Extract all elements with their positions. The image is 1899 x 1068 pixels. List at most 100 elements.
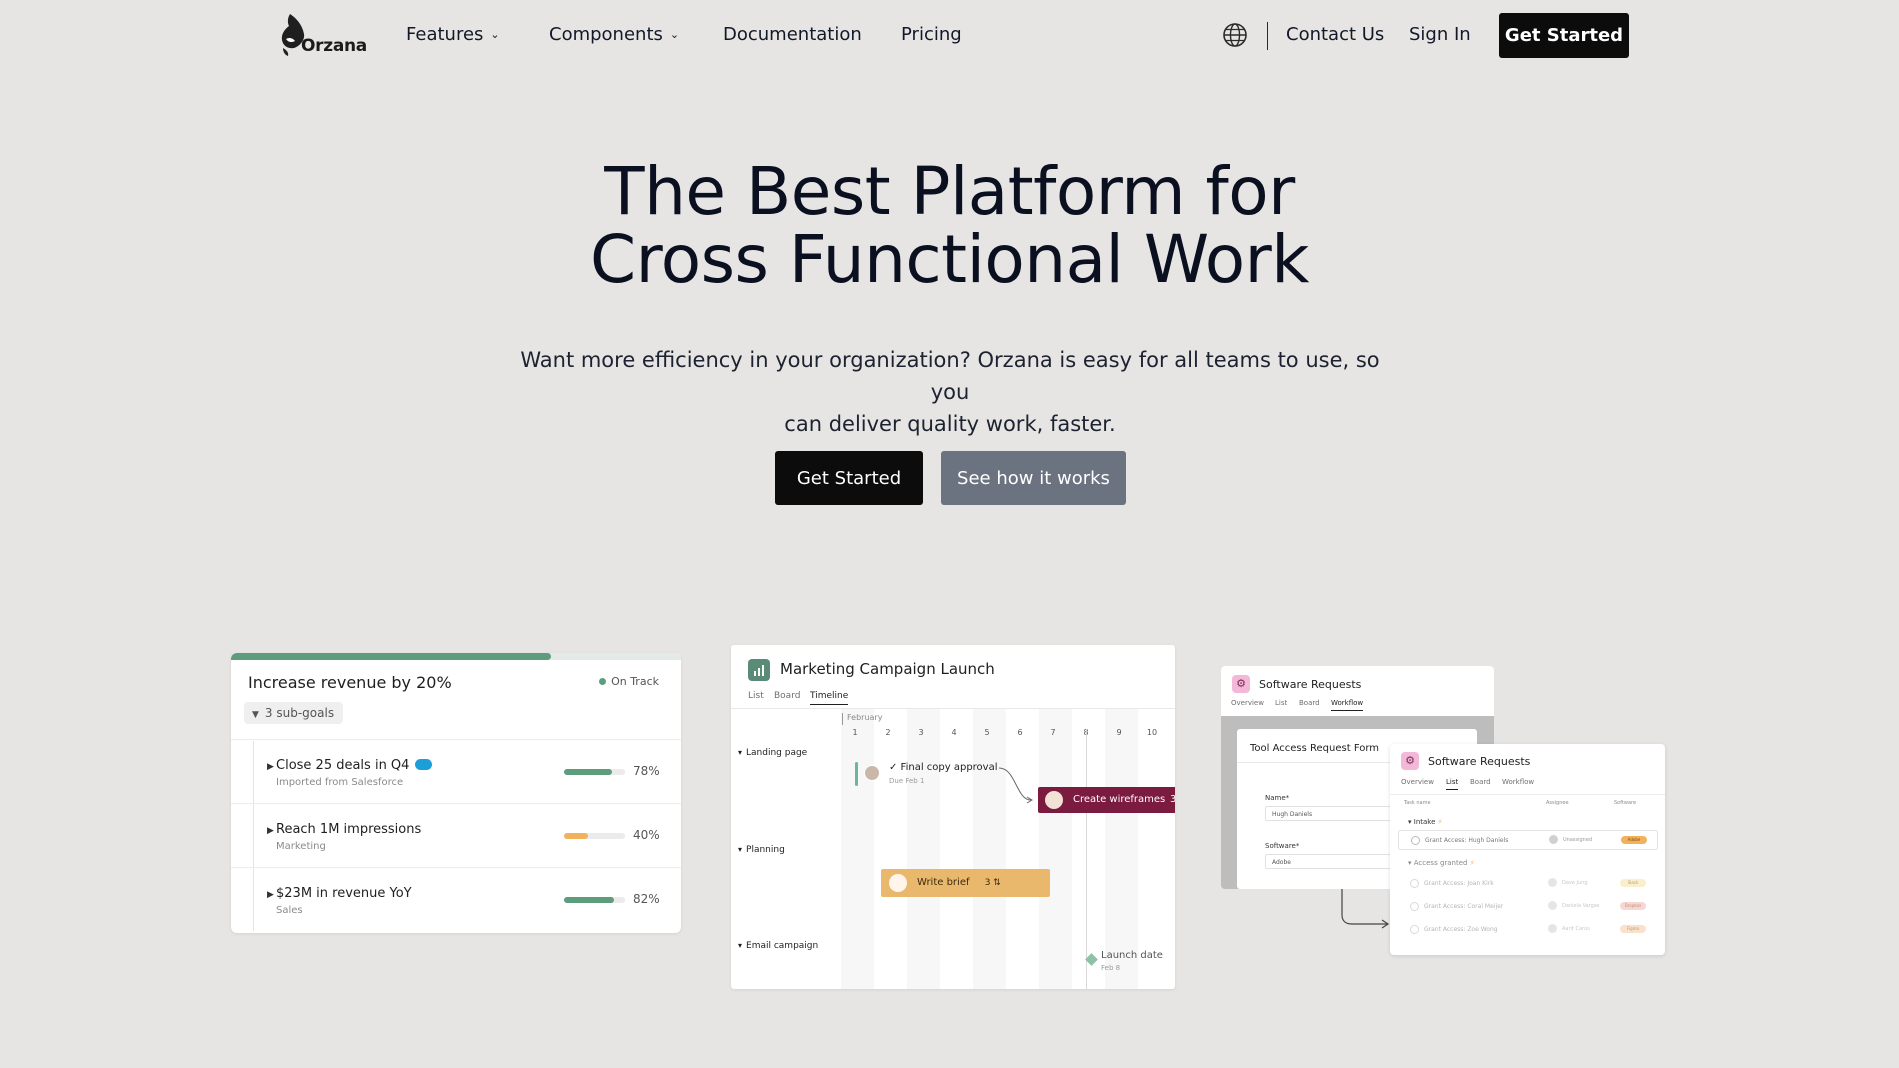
assignee: Unassigned xyxy=(1563,837,1593,843)
goal-progress-fill xyxy=(231,653,551,660)
table-row[interactable]: Grant Access: Joan Kirk Dave Jung Slack xyxy=(1398,874,1656,892)
workflow-front-panel: ⚙ Software Requests Overview List Board … xyxy=(1390,744,1665,955)
goal-row[interactable]: ▶ Reach 1M impressions Marketing 40% xyxy=(231,803,681,868)
task-name: Grant Access: Joan Kirk xyxy=(1424,880,1494,887)
get-started-button[interactable]: Get Started xyxy=(775,451,923,505)
goal-progress-fill xyxy=(564,897,615,903)
milestone-label[interactable]: Launch date xyxy=(1101,950,1163,961)
top-navigation: Orzana Features ⌄ Components ⌄ Documentati… xyxy=(0,0,1899,72)
dependency-arrow-icon xyxy=(998,767,1033,804)
avatar xyxy=(1548,901,1557,910)
nav-documentation[interactable]: Documentation xyxy=(723,24,862,45)
chevron-down-icon: ⌄ xyxy=(669,28,680,41)
goal-meta: Marketing xyxy=(276,841,326,852)
goal-row[interactable]: ▶ $23M in revenue YoY Sales 82% xyxy=(231,867,681,932)
tab-workflow[interactable]: Workflow xyxy=(1331,699,1364,711)
check-circle-icon xyxy=(1410,879,1419,888)
goal-meta: Sales xyxy=(276,905,303,916)
column-software: Software xyxy=(1614,800,1637,806)
task-label: Write brief xyxy=(917,877,970,888)
milestone-date: Feb 8 xyxy=(1101,964,1121,972)
subgoals-label: 3 sub-goals xyxy=(264,706,335,720)
status-badge: On Track xyxy=(599,675,659,688)
caret-right-icon: ▶ xyxy=(267,826,274,836)
tab-list[interactable]: List xyxy=(1446,778,1459,790)
section-intake[interactable]: ▾ Intake ⚡ xyxy=(1408,818,1443,826)
timeline-card: Marketing Campaign Launch List Board Tim… xyxy=(731,645,1175,989)
goal-percent: 78% xyxy=(633,764,660,778)
task-name: Grant Access: Coral Meijer xyxy=(1424,903,1504,910)
avatar xyxy=(1045,791,1063,809)
goal-title: Increase revenue by 20% xyxy=(248,673,452,692)
hero-subtitle-line-2: can deliver quality work, faster. xyxy=(784,412,1116,436)
gear-icon: ⚙ xyxy=(1232,675,1250,693)
avatar xyxy=(889,874,907,892)
goal-row-title: Close 25 deals in Q4 xyxy=(276,758,433,773)
hero-title-line-2: Cross Functional Work xyxy=(589,221,1310,298)
goal-progress-fill xyxy=(564,833,589,839)
avatar xyxy=(1548,924,1557,933)
hero-subtitle: Want more efficiency in your organizatio… xyxy=(500,344,1400,440)
table-row[interactable]: Grant Access: Hugh Daniels Unassigned Ad… xyxy=(1398,830,1658,850)
nav-features-label: Features xyxy=(406,24,484,45)
project-title: Software Requests xyxy=(1259,678,1362,691)
task-label: Create wireframes xyxy=(1073,794,1166,805)
section-access-granted[interactable]: ▾ Access granted ⚡ xyxy=(1408,859,1475,867)
tab-workflow[interactable]: Workflow xyxy=(1502,778,1534,786)
task-create-wireframes[interactable]: Create wireframes 3 xyxy=(1038,787,1175,813)
goal-progress-fill xyxy=(564,769,612,775)
goal-progress-track xyxy=(231,653,681,660)
goal-progress-track xyxy=(564,833,625,839)
hero-title-line-1: The Best Platform for xyxy=(604,153,1295,230)
column-task-name: Task name xyxy=(1404,800,1431,806)
nav-pricing[interactable]: Pricing xyxy=(901,24,962,45)
hero-title: The Best Platform for Cross Functional W… xyxy=(0,158,1899,294)
nav-get-started-button[interactable]: Get Started xyxy=(1499,13,1629,58)
check-circle-icon xyxy=(1410,925,1419,934)
software-tag: Dropbox xyxy=(1620,902,1646,910)
column-assignee: Assignee xyxy=(1546,800,1569,806)
tab-board[interactable]: Board xyxy=(1299,699,1320,707)
assignee: Dave Jung xyxy=(1562,880,1588,886)
nav-features[interactable]: Features ⌄ xyxy=(406,24,500,45)
nav-sign-in[interactable]: Sign In xyxy=(1409,24,1471,45)
goal-percent: 40% xyxy=(633,828,660,842)
assignee: Daniela Vargas xyxy=(1562,903,1600,909)
software-tag: Adobe xyxy=(1621,836,1647,844)
gear-icon: ⚙ xyxy=(1401,752,1419,770)
logo[interactable]: Orzana xyxy=(278,12,368,58)
task-write-brief[interactable]: Write brief 3 ⇅ xyxy=(881,869,1050,897)
tab-list[interactable]: List xyxy=(1275,699,1287,707)
chevron-down-icon: ⌄ xyxy=(490,28,500,41)
subgoals-toggle[interactable]: ▼ 3 sub-goals xyxy=(244,702,344,724)
project-title: Software Requests xyxy=(1428,755,1531,768)
goal-name: Reach 1M impressions xyxy=(276,822,422,837)
avatar xyxy=(1549,835,1558,844)
goal-progress-track xyxy=(564,897,625,903)
nav-components-label: Components xyxy=(549,24,663,45)
nav-contact[interactable]: Contact Us xyxy=(1286,24,1384,45)
goals-card: Increase revenue by 20% On Track ▼ 3 sub-… xyxy=(231,653,681,933)
tab-overview[interactable]: Overview xyxy=(1231,699,1264,707)
assignee: Aarit Carus xyxy=(1562,926,1590,932)
nav-components[interactable]: Components ⌄ xyxy=(549,24,679,45)
goal-percent: 82% xyxy=(633,892,660,906)
globe-icon[interactable] xyxy=(1222,22,1248,48)
subtask-count: 3 ⇅ xyxy=(984,878,1001,888)
tab-overview[interactable]: Overview xyxy=(1401,778,1434,786)
divider xyxy=(1390,794,1665,795)
goal-progress-track xyxy=(564,769,625,775)
goal-row[interactable]: ▶ Close 25 deals in Q4 Imported from Sal… xyxy=(231,739,681,804)
status-label: On Track xyxy=(611,675,659,688)
software-tag: Slack xyxy=(1620,879,1646,887)
task-more-count: 3 xyxy=(1170,794,1175,805)
logo-text: Orzana xyxy=(301,36,367,56)
software-label: Software* xyxy=(1265,842,1300,850)
table-row[interactable]: Grant Access: Coral Meijer Daniela Varga… xyxy=(1398,897,1656,915)
goal-name: $23M in revenue YoY xyxy=(276,886,412,901)
table-row[interactable]: Grant Access: Zoe Wong Aarit Carus Figma xyxy=(1398,920,1656,938)
see-how-it-works-button[interactable]: See how it works xyxy=(941,451,1126,505)
check-circle-icon xyxy=(1411,836,1420,845)
tab-board[interactable]: Board xyxy=(1470,778,1491,786)
nav-divider xyxy=(1267,22,1268,50)
